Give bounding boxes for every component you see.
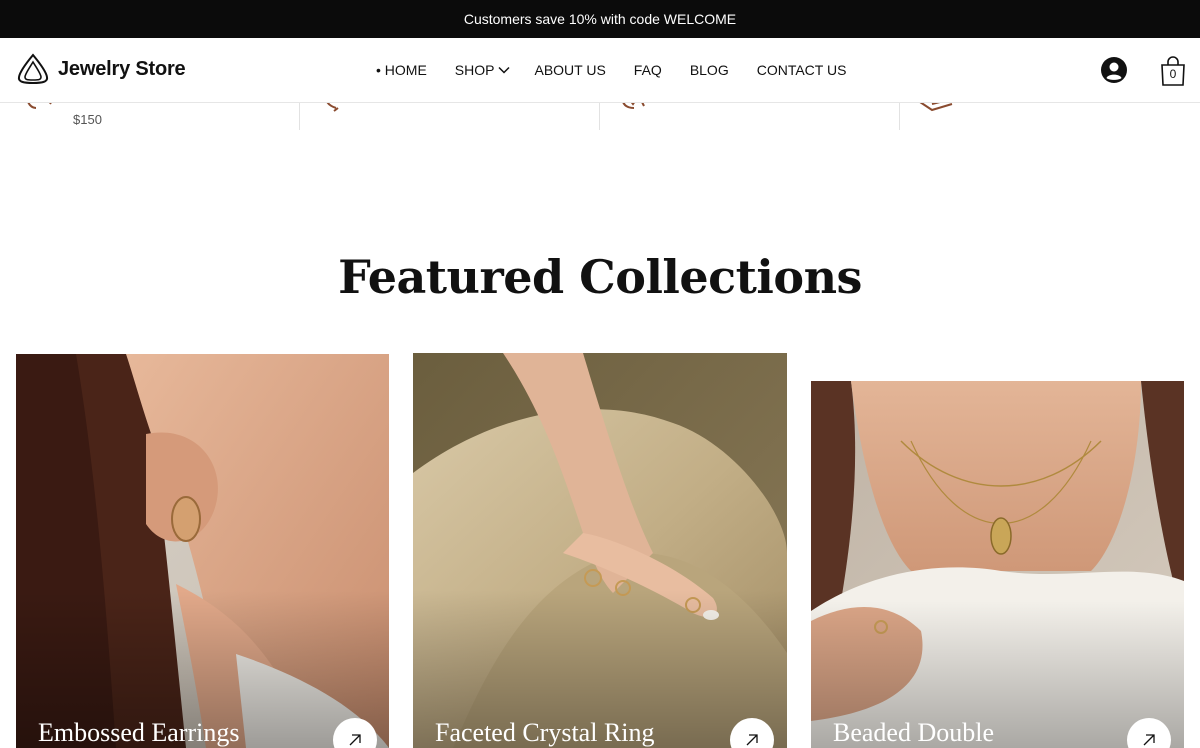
announcement-text: Customers save 10% with code WELCOME	[463, 11, 737, 27]
brand-logo[interactable]: Jewelry Store	[16, 53, 186, 85]
collection-image	[811, 381, 1184, 748]
logo-icon	[17, 53, 49, 85]
cart-count: 0	[1169, 67, 1177, 81]
account-button[interactable]	[1100, 56, 1128, 84]
collection-card[interactable]: Beaded Double	[811, 381, 1184, 748]
cart-button[interactable]: 0	[1159, 55, 1187, 87]
nav-faq[interactable]: FAQ	[634, 62, 662, 78]
collection-title: Embossed Earrings	[38, 718, 240, 747]
nav-contact[interactable]: CONTACT US	[757, 62, 847, 78]
arrow-up-right-icon	[1143, 734, 1155, 746]
nav-about[interactable]: ABOUT US	[534, 62, 605, 78]
brand-name: Jewelry Store	[58, 57, 186, 80]
collection-title: Beaded Double	[833, 718, 995, 747]
announcement-bar: Customers save 10% with code WELCOME	[0, 0, 1200, 38]
collection-image	[16, 354, 389, 748]
section-title: Featured Collections	[338, 250, 862, 304]
nav-shop-label: SHOP	[454, 62, 495, 78]
nav-blog[interactable]: BLOG	[690, 62, 729, 78]
arrow-up-right-icon	[746, 734, 758, 746]
user-icon	[1101, 57, 1127, 83]
chevron-down-icon	[498, 66, 511, 74]
collection-card[interactable]: Faceted Crystal Ring	[413, 353, 787, 748]
nav-home[interactable]: • HOME	[376, 62, 427, 78]
collection-card[interactable]: Embossed Earrings	[16, 354, 389, 748]
product-price: $150	[73, 112, 102, 127]
collection-title: Faceted Crystal Ring	[435, 718, 655, 747]
nav-shop[interactable]: SHOP	[455, 62, 511, 78]
collection-image	[413, 353, 787, 748]
arrow-up-right-icon	[349, 734, 361, 746]
main-nav: • HOME SHOP ABOUT US FAQ BLOG CONTACT US	[376, 62, 846, 78]
site-header: Jewelry Store • HOME SHOP ABOUT US FAQ B…	[0, 38, 1200, 103]
